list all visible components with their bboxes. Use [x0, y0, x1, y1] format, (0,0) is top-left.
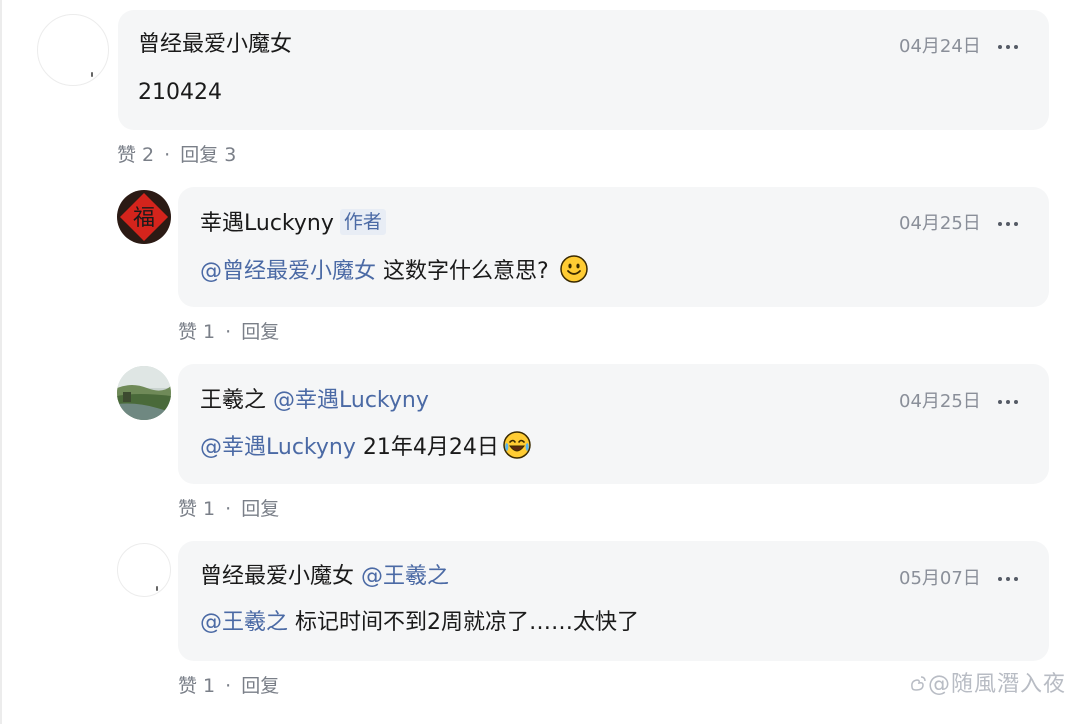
svg-text:福: 福	[133, 206, 155, 231]
more-options-icon[interactable]	[998, 43, 1020, 51]
reply-button[interactable]: 回复	[241, 675, 279, 697]
avatar[interactable]	[117, 543, 171, 597]
comment-author[interactable]: 曾经最爱小魔女	[138, 32, 292, 58]
weibo-logo-icon	[911, 676, 926, 691]
action-separator: ·	[225, 675, 232, 697]
comment-author: 幸遇Luckyny 作者	[200, 209, 386, 237]
comment-body: 这数字什么意思?	[383, 259, 549, 284]
comment-actions: 赞 1 · 回复	[178, 497, 279, 521]
watermark: @随風潛入夜	[908, 666, 1066, 698]
reply-to-mention[interactable]: @幸遇Luckyny	[273, 388, 429, 413]
mention-link[interactable]: @幸遇Luckyny	[200, 435, 356, 460]
like-button[interactable]: 赞 2	[117, 144, 154, 166]
comment-text: @曾经最爱小魔女 这数字什么意思?	[200, 255, 588, 287]
like-button[interactable]: 赞 1	[178, 675, 215, 697]
watermark-text: @随風潛入夜	[927, 672, 1066, 697]
author-name[interactable]: 曾经最爱小魔女	[200, 564, 354, 589]
comment-actions: 赞 1 · 回复	[178, 674, 279, 698]
comment-date: 05月07日	[899, 568, 981, 589]
action-separator: ·	[225, 321, 232, 343]
like-button[interactable]: 赞 1	[178, 321, 215, 343]
comment-body: 21年4月24日	[362, 435, 499, 460]
comment-author: 曾经最爱小魔女 @王羲之	[200, 564, 449, 590]
comment-text: @王羲之 标记时间不到2周就凉了……太快了	[200, 608, 639, 638]
mention-link[interactable]: @王羲之	[200, 610, 288, 635]
comment-text: 210424	[138, 80, 222, 105]
fu-character-avatar-icon: 福	[117, 190, 171, 244]
more-options-icon[interactable]	[998, 220, 1020, 228]
more-options-icon[interactable]	[998, 575, 1020, 583]
comment-actions: 赞 2 · 回复 3	[117, 143, 236, 167]
avatar[interactable]: 福	[117, 190, 171, 244]
comment-thread: 曾经最爱小魔女 04月24日 210424 赞 2 · 回复 3 福 幸遇Lucky…	[0, 0, 1078, 724]
comment-date: 04月24日	[899, 36, 981, 57]
more-options-icon[interactable]	[998, 398, 1020, 406]
like-button[interactable]: 赞 1	[178, 498, 215, 520]
mention-link[interactable]: @曾经最爱小魔女	[200, 259, 376, 284]
comment-date: 04月25日	[899, 391, 981, 412]
comment-actions: 赞 1 · 回复	[178, 320, 279, 344]
author-name[interactable]: 幸遇Luckyny	[200, 211, 334, 236]
smiley-emoji-icon	[559, 255, 588, 283]
reply-button[interactable]: 回复	[241, 321, 279, 343]
comment-bubble: 幸遇Luckyny 作者 04月25日 @曾经最爱小魔女 这数字什么意思?	[178, 187, 1049, 307]
comment-bubble: 曾经最爱小魔女 @王羲之 05月07日 @王羲之 标记时间不到2周就凉了……太快…	[178, 541, 1049, 661]
landscape-avatar-icon	[117, 366, 171, 420]
avatar[interactable]	[37, 14, 109, 86]
reply-to-mention[interactable]: @王羲之	[361, 564, 449, 589]
action-separator: ·	[225, 498, 232, 520]
avatar[interactable]	[117, 366, 171, 420]
comment-bubble: 曾经最爱小魔女 04月24日 210424	[118, 10, 1049, 130]
tears-of-joy-emoji-icon	[503, 431, 531, 459]
comment-text: @幸遇Luckyny 21年4月24日	[200, 431, 531, 463]
reply-button[interactable]: 回复 3	[180, 144, 236, 166]
comment-bubble: 王羲之 @幸遇Luckyny 04月25日 @幸遇Luckyny 21年4月24…	[178, 364, 1049, 484]
action-separator: ·	[164, 144, 171, 166]
reply-button[interactable]: 回复	[241, 498, 279, 520]
comment-body: 标记时间不到2周就凉了……太快了	[295, 610, 640, 635]
comment-author: 王羲之 @幸遇Luckyny	[200, 388, 429, 414]
author-badge: 作者	[339, 209, 386, 235]
author-name[interactable]: 王羲之	[200, 388, 266, 413]
comment-date: 04月25日	[899, 213, 981, 234]
